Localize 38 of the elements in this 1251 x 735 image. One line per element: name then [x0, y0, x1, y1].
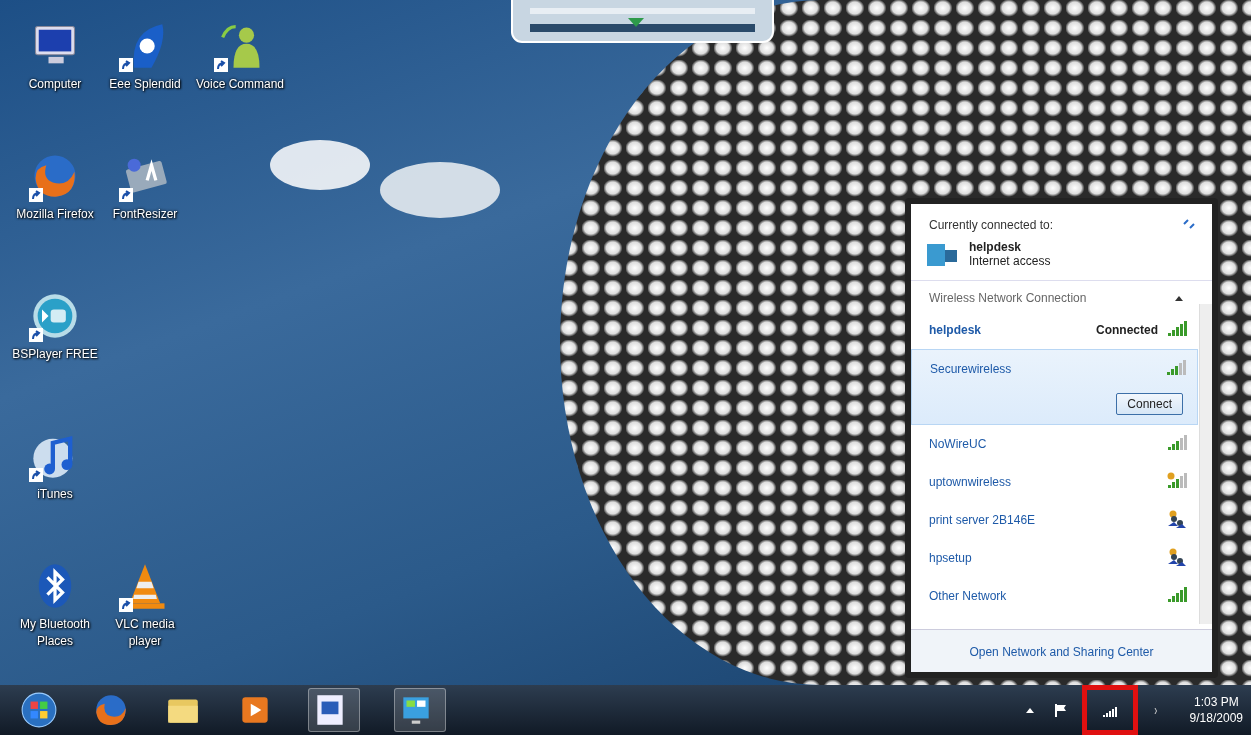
network-name: helpdesk [969, 240, 1023, 254]
network-item[interactable]: hpsetup [911, 539, 1198, 577]
connection-status: Connected [1096, 323, 1158, 337]
network-item[interactable]: helpdesk Connected [911, 311, 1198, 349]
icon-label[interactable]: Eee Splendid [109, 76, 181, 93]
icon-label[interactable]: iTunes [37, 486, 73, 503]
taskbar-button[interactable] [308, 688, 360, 732]
network-name: Other Network [929, 589, 1008, 603]
icon-label[interactable]: Computer [28, 76, 82, 93]
icon-label[interactable]: Mozilla Firefox [16, 206, 94, 223]
network-name: print server 2B146E [929, 513, 1037, 527]
network-name: helpdesk [929, 323, 983, 337]
network-item[interactable]: Securewireless Connect [911, 349, 1198, 425]
network-name: uptownwireless [929, 475, 1013, 489]
app-icon [20, 691, 58, 729]
icon-label[interactable]: FontResizer [112, 206, 178, 223]
network-name: NoWireUC [929, 437, 988, 451]
clock[interactable]: 1:03 PM 9/18/2009 [1189, 694, 1243, 726]
icon-label[interactable]: My Bluetooth Places [10, 616, 100, 650]
network-status: Internet access [969, 254, 1051, 268]
start-button[interactable] [20, 691, 58, 729]
network-item[interactable]: NoWireUC [911, 425, 1198, 463]
people-icon [1166, 510, 1188, 530]
caret-icon[interactable] [1174, 294, 1184, 302]
icon-label[interactable]: VLC media player [100, 616, 190, 650]
icon-label[interactable]: Voice Command [195, 76, 284, 93]
network-item[interactable]: uptownwireless [911, 463, 1198, 501]
section-title: Wireless Network Connection [929, 291, 1087, 305]
network-item[interactable]: print server 2B146E [911, 501, 1198, 539]
network-name: Securewireless [930, 362, 1013, 376]
people-icon [1166, 548, 1188, 568]
scrollbar[interactable] [1199, 304, 1212, 624]
connect-button[interactable]: Connect [1116, 393, 1183, 415]
icon-label[interactable]: BSPlayer FREE [12, 346, 98, 363]
taskbar-button[interactable] [394, 688, 446, 732]
popup-header: Currently connected to: [929, 218, 1054, 232]
network-item[interactable]: Other Network [911, 577, 1198, 615]
network-name: hpsetup [929, 551, 973, 565]
